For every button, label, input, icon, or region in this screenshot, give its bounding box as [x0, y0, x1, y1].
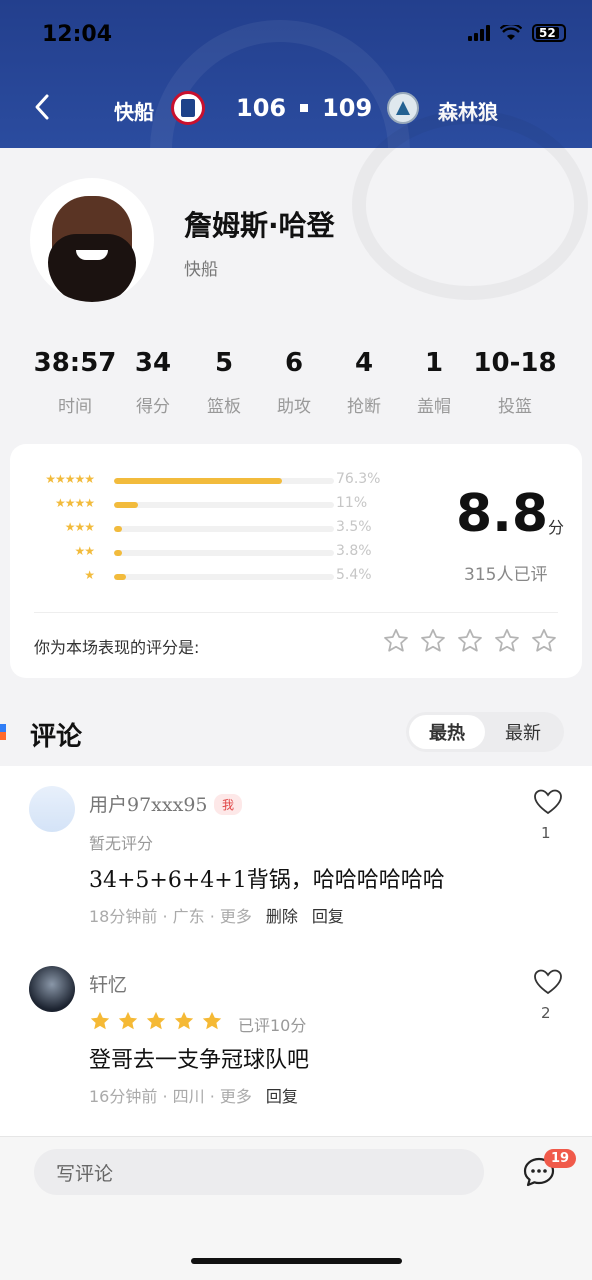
section-accent: [0, 724, 6, 740]
home-team-name[interactable]: 快船: [114, 96, 154, 125]
star-icon: ★★: [74, 544, 94, 558]
comment-text: 34+5+6+4+1背锅，哈哈哈哈哈哈: [89, 868, 445, 893]
comment-time-location: 16分钟前 · 四川 · 更多: [89, 1087, 252, 1106]
star-icon: ★★★★★: [45, 472, 95, 486]
star-filled-icon: [146, 1011, 166, 1030]
rating-row-1: ★ 5.4%: [10, 567, 410, 586]
comment-meta: 18分钟前 · 广东 · 更多 删除 回复: [89, 903, 344, 927]
sort-new-tab[interactable]: 最新: [485, 715, 561, 749]
rating-bar: [114, 526, 334, 532]
home-indicator[interactable]: [191, 1258, 402, 1264]
star-icon: ★★★★: [54, 496, 95, 510]
comment-time-location: 18分钟前 · 广东 · 更多: [89, 907, 252, 926]
star-outline-icon[interactable]: [530, 627, 558, 655]
comment-text: 登哥去一支争冠球队吧: [89, 1048, 310, 1073]
sort-hot-tab[interactable]: 最热: [409, 715, 485, 749]
your-rating-label: 你为本场表现的评分是:: [34, 638, 200, 657]
star-filled-icon: [90, 1011, 110, 1030]
star-filled-icon: [174, 1011, 194, 1030]
star-icon: ★★★: [64, 520, 95, 534]
team-watermark-logo: [352, 110, 588, 300]
star-filled-icon: [202, 1011, 222, 1030]
user-avatar[interactable]: [29, 786, 75, 832]
comment-username[interactable]: 轩忆: [89, 970, 127, 997]
comment-rating-status: 暂无评分: [89, 834, 154, 853]
rating-card: ★★★★★ 76.3% ★★★★ 11% ★★★ 3.5% ★★ 3.8% ★ …: [10, 444, 582, 678]
write-comment-input[interactable]: 写评论: [34, 1149, 484, 1195]
star-outline-icon[interactable]: [456, 627, 484, 655]
like-count: 2: [541, 1004, 551, 1022]
rating-percent: 11%: [336, 495, 368, 511]
header-decoration: [150, 20, 410, 148]
heart-icon[interactable]: [533, 968, 563, 996]
rating-bar: [114, 550, 334, 556]
heart-icon[interactable]: [533, 788, 563, 816]
clippers-logo-icon[interactable]: [171, 91, 205, 125]
score-separator: [300, 104, 309, 112]
your-rating-stars[interactable]: [382, 627, 558, 655]
stat-field-goals: 10-18 投篮: [473, 348, 557, 417]
stat-minutes: 38:57 时间: [33, 348, 117, 417]
star-outline-icon[interactable]: [493, 627, 521, 655]
player-team: 快船: [184, 260, 218, 280]
rating-bar: [114, 502, 334, 508]
scoreline: 106 109: [236, 94, 372, 122]
back-arrow-icon[interactable]: [30, 92, 56, 122]
comments-title: 评论: [30, 722, 83, 752]
battery-level: 52: [536, 27, 559, 39]
delete-button[interactable]: 删除: [266, 907, 298, 926]
status-time: 12:04: [42, 22, 113, 47]
battery-icon: 52: [532, 24, 566, 42]
star-outline-icon[interactable]: [419, 627, 447, 655]
player-avatar: [30, 178, 154, 302]
reply-button[interactable]: 回复: [266, 1087, 298, 1106]
comment-rating-stars: [89, 1010, 223, 1032]
home-score: 106: [236, 94, 287, 122]
rating-row-3: ★★★ 3.5%: [10, 519, 410, 538]
comment-list: 用户97xxx95 我 暂无评分 34+5+6+4+1背锅，哈哈哈哈哈哈 18分…: [0, 766, 592, 1136]
away-score: 109: [322, 94, 373, 122]
like-count: 1: [541, 824, 551, 842]
stat-blocks: 1 盖帽: [417, 348, 451, 417]
rating-bar: [114, 478, 334, 484]
wifi-icon: [500, 25, 522, 40]
rating-percent: 5.4%: [336, 567, 372, 583]
rating-percent: 3.5%: [336, 519, 372, 535]
comment-username[interactable]: 用户97xxx95: [89, 790, 208, 817]
rating-row-5: ★★★★★ 76.3%: [10, 471, 410, 490]
score-unit: 分: [548, 518, 565, 537]
rating-percent: 3.8%: [336, 543, 372, 559]
player-name: 詹姆斯·哈登: [184, 209, 335, 242]
me-badge: 我: [214, 794, 243, 815]
comment-rating-note: 已评10分: [238, 1016, 307, 1035]
user-avatar[interactable]: [29, 966, 75, 1012]
rating-percent: 76.3%: [336, 471, 381, 487]
rating-bar: [114, 574, 334, 580]
divider: [34, 612, 558, 613]
comment-sort-toggle: 最热 最新: [406, 712, 564, 752]
star-filled-icon: [118, 1011, 138, 1030]
signal-icon: [468, 25, 490, 41]
reply-button[interactable]: 回复: [312, 907, 344, 926]
star-outline-icon[interactable]: [382, 627, 410, 655]
star-icon: ★: [84, 568, 95, 582]
average-score: 8.8: [456, 484, 549, 544]
rating-row-2: ★★ 3.8%: [10, 543, 410, 562]
rating-row-4: ★★★★ 11%: [10, 495, 410, 514]
timberwolves-logo-icon[interactable]: [387, 92, 419, 124]
status-icons: 52: [468, 24, 566, 42]
unread-badge: 19: [544, 1149, 577, 1168]
bottom-bar: 写评论 19: [0, 1136, 592, 1280]
rater-count: 315人已评: [464, 565, 548, 585]
comment-meta: 16分钟前 · 四川 · 更多 回复: [89, 1083, 298, 1107]
